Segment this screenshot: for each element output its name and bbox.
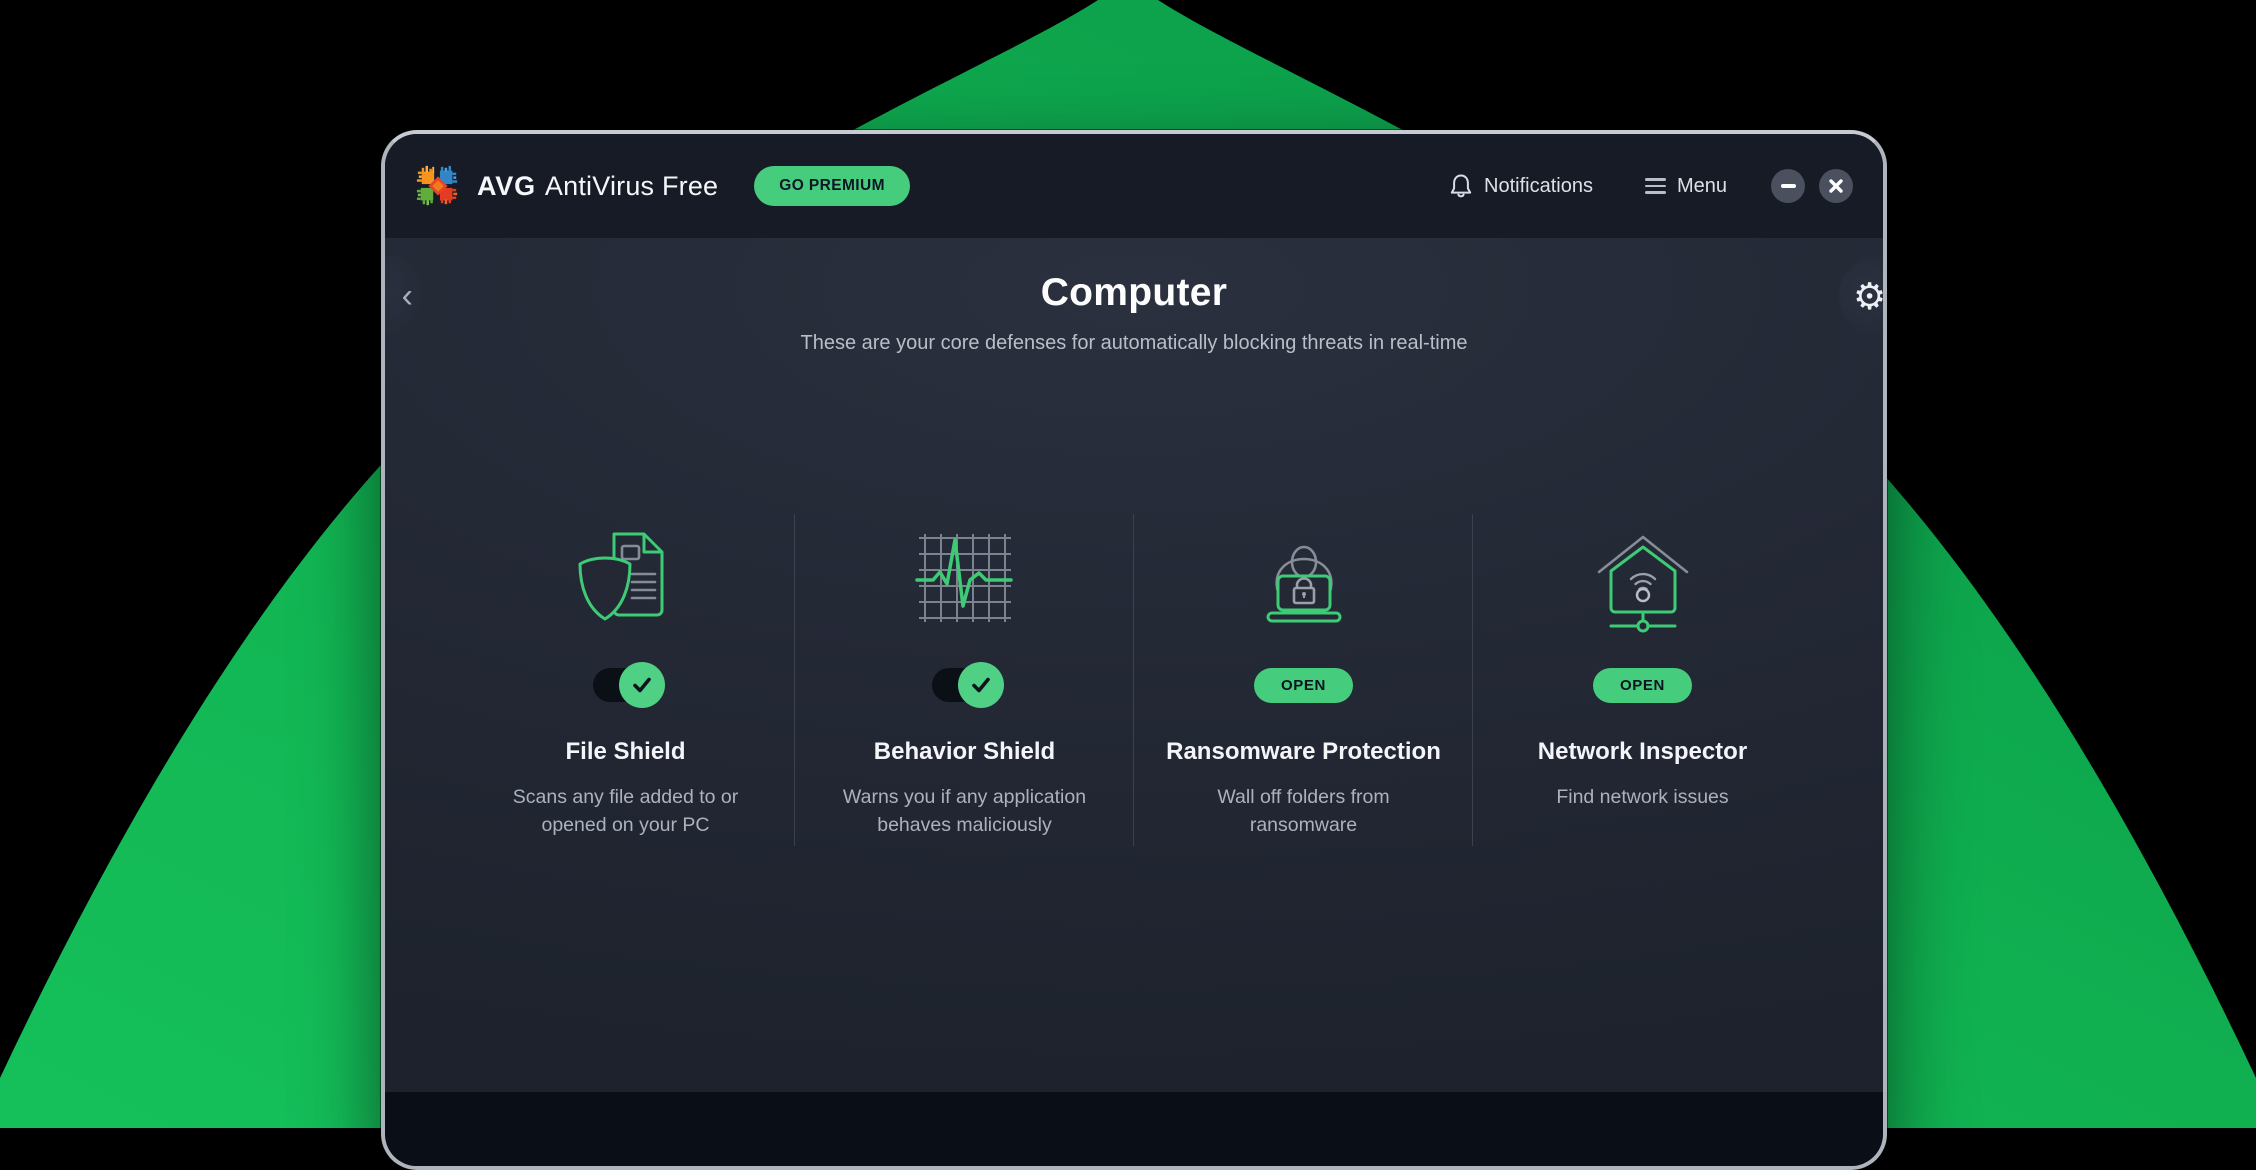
feature-title: Network Inspector <box>1473 738 1812 766</box>
notifications-button[interactable]: Notifications <box>1449 173 1593 199</box>
feature-description: Wall off folders from ransomware <box>1176 783 1432 839</box>
ransomware-protection-open-button[interactable]: OPEN <box>1254 668 1353 703</box>
close-icon <box>1828 178 1844 194</box>
feature-description: Scans any file added to or opened on you… <box>498 783 754 839</box>
toggle-check-icon <box>958 662 1004 708</box>
window-bottom-strip <box>385 1092 1883 1166</box>
go-premium-button[interactable]: GO PREMIUM <box>754 166 910 206</box>
network-inspector-icon <box>1473 506 1812 634</box>
feature-card-file-shield: File Shield Scans any file added to or o… <box>456 506 795 839</box>
chevron-left-icon: ‹ <box>402 279 413 313</box>
avg-logo-icon <box>415 163 461 209</box>
behavior-shield-icon <box>795 506 1134 634</box>
file-shield-icon <box>456 506 795 634</box>
feature-title: Ransomware Protection <box>1134 738 1473 766</box>
ransomware-protection-icon <box>1134 506 1473 634</box>
notifications-label: Notifications <box>1484 175 1593 198</box>
app-title: AVG AntiVirus Free <box>477 171 718 202</box>
hamburger-icon <box>1645 178 1666 194</box>
titlebar-right: Notifications Menu <box>1449 169 1853 203</box>
promo-background: AVG AntiVirus Free GO PREMIUM Notificatio… <box>0 0 2256 1128</box>
bell-icon <box>1449 173 1473 199</box>
behavior-shield-toggle[interactable] <box>932 668 998 702</box>
app-window: AVG AntiVirus Free GO PREMIUM Notificatio… <box>381 130 1887 1170</box>
feature-title: File Shield <box>456 738 795 766</box>
feature-cards: File Shield Scans any file added to or o… <box>456 506 1812 839</box>
feature-card-network-inspector: OPEN Network Inspector Find network issu… <box>1473 506 1812 839</box>
feature-card-ransomware-protection: OPEN Ransomware Protection Wall off fold… <box>1134 506 1473 839</box>
minimize-icon <box>1781 184 1796 188</box>
brand: AVG AntiVirus Free <box>415 163 718 209</box>
toggle-check-icon <box>619 662 665 708</box>
file-shield-toggle[interactable] <box>593 668 659 702</box>
app-title-product: AntiVirus Free <box>545 171 718 201</box>
menu-label: Menu <box>1677 175 1727 198</box>
page-title: Computer <box>385 238 1883 315</box>
minimize-button[interactable] <box>1771 169 1805 203</box>
titlebar: AVG AntiVirus Free GO PREMIUM Notificatio… <box>385 134 1883 238</box>
feature-description: Find network issues <box>1515 783 1771 811</box>
page-subtitle: These are your core defenses for automat… <box>385 332 1883 355</box>
menu-button[interactable]: Menu <box>1645 175 1727 198</box>
feature-title: Behavior Shield <box>795 738 1134 766</box>
network-inspector-open-button[interactable]: OPEN <box>1593 668 1692 703</box>
feature-card-behavior-shield: Behavior Shield Warns you if any applica… <box>795 506 1134 839</box>
close-button[interactable] <box>1819 169 1853 203</box>
gear-icon: ⚙ <box>1853 278 1886 315</box>
app-title-brand: AVG <box>477 171 536 201</box>
main-content: ‹ ⚙ Computer These are your core defense… <box>385 238 1883 1092</box>
feature-description: Warns you if any application behaves mal… <box>837 783 1093 839</box>
